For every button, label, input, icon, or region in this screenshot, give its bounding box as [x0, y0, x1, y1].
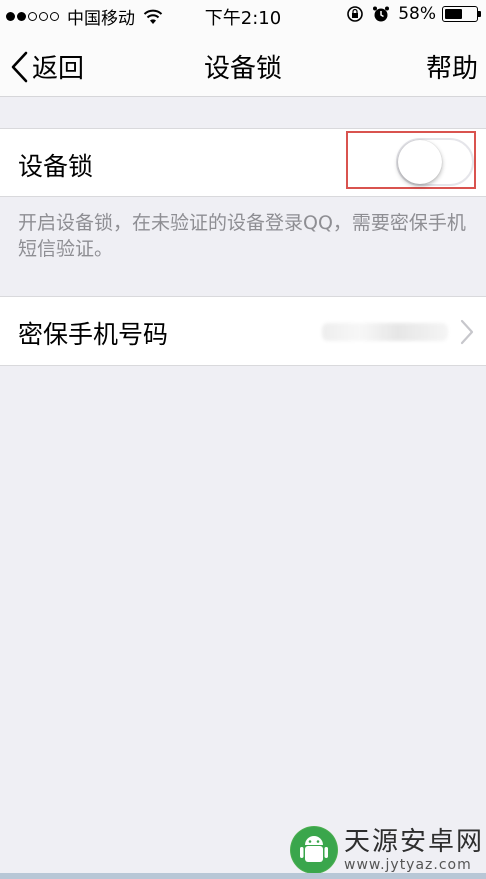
device-lock-description: 开启设备锁，在未验证的设备登录QQ，需要密保手机短信验证。: [18, 212, 466, 260]
back-label: 返回: [32, 54, 85, 84]
toggle-knob: [398, 140, 442, 184]
battery-icon: [442, 6, 481, 22]
watermark-url: www.jytyaz.com: [344, 857, 472, 873]
android-logo-icon: [290, 826, 338, 874]
status-bar: 中国移动 下午2:10 58%: [0, 0, 486, 30]
help-button[interactable]: 帮助: [426, 48, 478, 85]
watermark-title: 天源安卓网: [344, 827, 485, 857]
back-button[interactable]: 返回: [10, 48, 84, 85]
chevron-left-icon: [11, 51, 28, 82]
device-lock-label: 设备锁: [18, 152, 94, 181]
rotation-lock-icon: [347, 6, 364, 22]
watermark-text: 天源安卓网 www.jytyaz.com: [344, 827, 484, 873]
battery-fill: [445, 9, 463, 19]
bottom-strip: [0, 873, 486, 879]
security-phone-label: 密保手机号码: [18, 320, 169, 349]
nav-bar: 返回 设备锁 帮助: [0, 30, 486, 97]
device-lock-row: 设备锁: [0, 128, 486, 197]
security-phone-value-redacted: [322, 323, 448, 341]
watermark: 天源安卓网 www.jytyaz.com: [290, 826, 484, 874]
battery-percent: 58%: [398, 4, 436, 24]
device-lock-toggle[interactable]: [396, 138, 474, 186]
chevron-right-icon: [460, 319, 474, 345]
security-phone-row[interactable]: 密保手机号码: [0, 296, 486, 366]
status-right: 58%: [346, 4, 481, 24]
alarm-icon: [373, 6, 390, 22]
